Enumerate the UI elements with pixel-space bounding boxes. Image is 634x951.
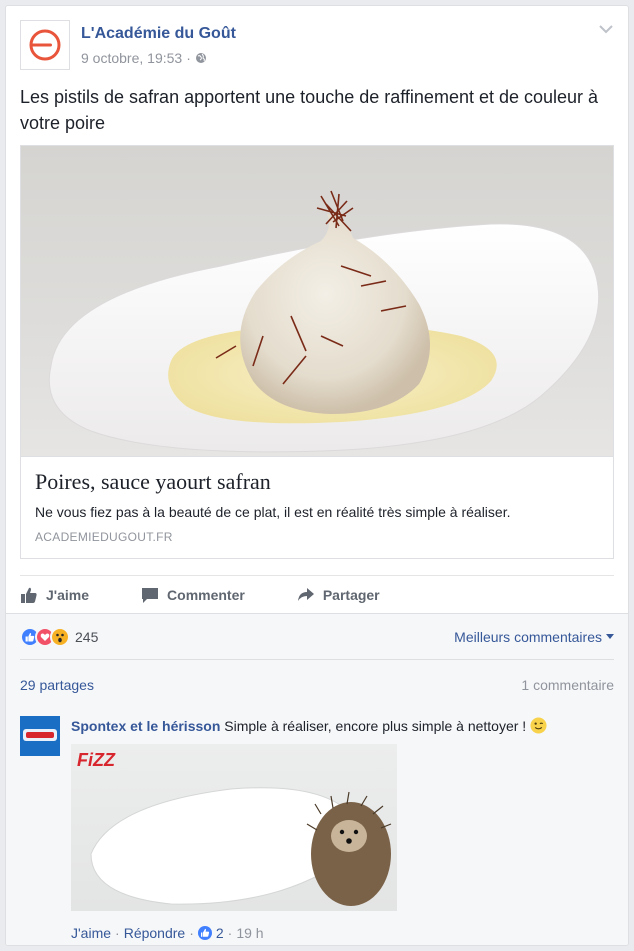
link-body[interactable]: Poires, sauce yaourt safran Ne vous fiez… bbox=[21, 456, 613, 558]
comment-time[interactable]: 19 h bbox=[236, 925, 263, 941]
comment-author[interactable]: Spontex et le hérisson bbox=[71, 718, 220, 734]
like-label: J'aime bbox=[46, 586, 90, 603]
reaction-icons[interactable] bbox=[20, 626, 70, 647]
thumbs-up-icon bbox=[21, 587, 37, 603]
action-bar: J'aime Commenter Partager bbox=[20, 575, 614, 613]
comment-like-count[interactable]: 2 bbox=[216, 925, 224, 941]
share-label: Partager bbox=[322, 586, 380, 603]
link-description: Ne vous fiez pas à la beauté de ce plat,… bbox=[35, 504, 511, 520]
wow-reaction-icon bbox=[50, 626, 70, 647]
comment-like-link[interactable]: J'aime bbox=[71, 925, 111, 941]
comments-section: 245 Meilleurs commentaires 29 partages 1… bbox=[6, 613, 628, 945]
post-timestamp[interactable]: 9 octobre, 19:53 bbox=[81, 50, 182, 66]
comment: Spontex et le hérisson Simple à réaliser… bbox=[20, 714, 614, 944]
comment-text: Spontex et le hérisson Simple à réaliser… bbox=[71, 716, 547, 736]
comment-sort-label: Meilleurs commentaires bbox=[454, 628, 602, 645]
post-meta: 9 octobre, 19:53 · bbox=[81, 50, 207, 66]
comment-icon bbox=[142, 587, 159, 603]
comment-label: Commenter bbox=[167, 586, 245, 603]
pear-dish-illustration bbox=[48, 190, 600, 453]
comment-body: Simple à réaliser, encore plus simple à … bbox=[224, 718, 527, 734]
commenter-avatar[interactable] bbox=[20, 716, 60, 756]
post-text: Les pistils de safran apportent une touc… bbox=[20, 87, 599, 133]
reactions-row: 245 Meilleurs commentaires bbox=[20, 614, 614, 660]
comment-image[interactable]: FiZZ bbox=[71, 744, 397, 911]
stats-row: 29 partages 1 commentaire bbox=[20, 674, 614, 696]
caret-down-icon bbox=[606, 633, 614, 639]
wink-emoji-icon bbox=[530, 717, 547, 734]
comment-button[interactable]: Commenter bbox=[141, 586, 245, 604]
comment-footer: J'aime · Répondre · 2 · 19 h bbox=[71, 925, 264, 941]
comments-count[interactable]: 1 commentaire bbox=[521, 677, 614, 693]
share-button[interactable]: Partager bbox=[297, 586, 380, 604]
link-domain: ACADEMIEDUGOUT.FR bbox=[35, 530, 173, 544]
reaction-count[interactable]: 245 bbox=[75, 629, 98, 645]
globe-icon[interactable] bbox=[195, 52, 207, 64]
hedgehog-bowl-illustration bbox=[90, 787, 392, 906]
footer-sep-2: · bbox=[189, 925, 194, 941]
fizz-logo: FiZZ bbox=[77, 750, 115, 770]
comment-like-badge-icon[interactable] bbox=[197, 926, 212, 940]
post-header: L'Académie du Goût 9 octobre, 19:53 · bbox=[20, 20, 614, 72]
link-image[interactable] bbox=[21, 146, 613, 456]
footer-sep-1: · bbox=[115, 925, 120, 941]
link-title[interactable]: Poires, sauce yaourt safran bbox=[35, 469, 599, 495]
share-arrow-icon bbox=[297, 587, 314, 601]
meta-separator: · bbox=[186, 50, 191, 66]
academie-logo-icon bbox=[29, 29, 61, 61]
link-preview[interactable]: Poires, sauce yaourt safran Ne vous fiez… bbox=[20, 145, 614, 559]
page-name[interactable]: L'Académie du Goût bbox=[81, 25, 236, 43]
footer-sep-3: · bbox=[227, 925, 233, 941]
spontex-logo-icon bbox=[20, 716, 60, 756]
comment-reply-link[interactable]: Répondre bbox=[124, 925, 186, 941]
comment-sort-dropdown[interactable]: Meilleurs commentaires bbox=[454, 629, 614, 645]
post-card: L'Académie du Goût 9 octobre, 19:53 · Le… bbox=[5, 5, 629, 946]
like-button[interactable]: J'aime bbox=[20, 586, 89, 604]
page-avatar[interactable] bbox=[20, 20, 70, 70]
shares-count[interactable]: 29 partages bbox=[20, 677, 94, 693]
chevron-down-icon[interactable] bbox=[598, 22, 614, 36]
